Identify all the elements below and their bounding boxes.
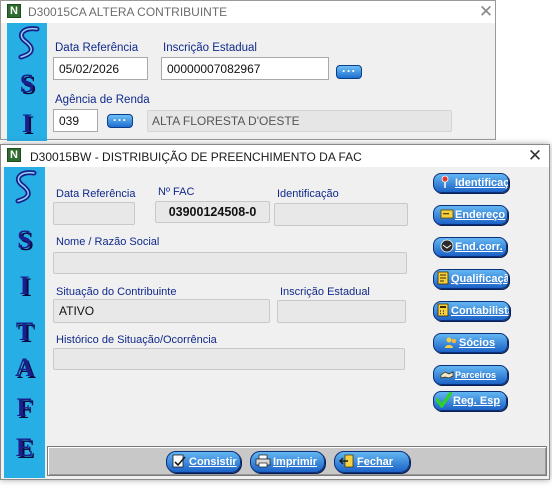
close-icon[interactable]: ✕ <box>520 145 550 167</box>
logo-strip: S I <box>7 23 47 141</box>
qualificacao-button[interactable]: Qualificação <box>433 269 509 289</box>
data-referencia-input[interactable]: 05/02/2026 <box>53 57 148 80</box>
identificacao-button-label: Identificação <box>455 177 509 189</box>
consist-icon <box>172 454 186 468</box>
logo-letter: I <box>21 109 33 138</box>
logo-swirl-icon <box>18 26 40 60</box>
back-window-titlebar: N D30015CA ALTERA CONTRIBUINTE ✕ <box>1 1 495 23</box>
socios-button-label: Sócios <box>459 337 496 349</box>
calculator-icon <box>437 303 449 317</box>
front-window-titlebar: N D30015BW - DISTRIBUIÇÃO DE PREENCHIMEN… <box>1 145 549 167</box>
logo-swirl-icon <box>15 170 37 204</box>
agencia-name-text: ALTA FLORESTA D'OESTE <box>152 114 300 128</box>
fechar-button[interactable]: Fechar <box>334 451 410 473</box>
inscricao-estadual-field <box>277 300 406 323</box>
mail-icon <box>440 239 454 253</box>
logo-letter: E <box>15 433 34 462</box>
handshake-icon <box>440 371 454 379</box>
nome-razao-label: Nome / Razão Social <box>56 236 160 248</box>
agencia-code-input[interactable]: 039 <box>53 109 98 132</box>
agencia-lookup-button[interactable]: ... <box>107 114 133 128</box>
close-icon[interactable]: ✕ <box>471 1 501 23</box>
logo-letter: S <box>19 69 35 98</box>
identificacao-label: Identificação <box>277 188 339 200</box>
logo-letter: F <box>16 393 33 422</box>
end-corr-button-label: End.corr. <box>455 241 503 253</box>
inscricao-estadual-input[interactable]: 00000007082967 <box>161 57 329 80</box>
n-fac-label: Nº FAC <box>158 186 195 198</box>
app-icon: N <box>7 148 21 162</box>
n-fac-field: 03900124508-0 <box>155 201 270 223</box>
front-window-title: D30015BW - DISTRIBUIÇÃO DE PREENCHIMENTO… <box>30 150 362 164</box>
imprimir-button[interactable]: Imprimir <box>250 451 325 473</box>
parceiros-button-label: Parceiros <box>455 370 497 380</box>
logo-letter: S <box>17 225 32 254</box>
qualificacao-button-label: Qualificação <box>451 273 508 285</box>
logo-letter: I <box>19 271 30 300</box>
end-corr-button[interactable]: End.corr. <box>433 237 507 257</box>
identificacao-button[interactable]: Identificação <box>433 173 509 193</box>
historico-field <box>53 348 405 370</box>
agencia-renda-label: Agência de Renda <box>55 94 150 106</box>
contabilista-button[interactable]: Contabilista <box>433 301 510 321</box>
logo-letter: T <box>15 317 34 346</box>
app-icon: N <box>7 4 21 18</box>
agencia-name-field: ALTA FLORESTA D'OESTE <box>147 110 452 132</box>
data-referencia-label: Data Referência <box>56 188 136 200</box>
exit-icon <box>339 454 354 468</box>
data-referencia-label: Data Referência <box>55 42 139 54</box>
socios-button[interactable]: Sócios <box>433 333 508 353</box>
inscricao-estadual-label: Inscrição Estadual <box>163 42 257 54</box>
back-window: N D30015CA ALTERA CONTRIBUINTE ✕ S I Dat… <box>0 0 496 141</box>
data-referencia-field <box>53 202 135 225</box>
parceiros-button[interactable]: Parceiros <box>433 365 508 385</box>
situacao-label: Situação do Contribuinte <box>56 286 177 298</box>
fechar-button-label: Fechar <box>357 456 394 468</box>
endereco-button[interactable]: Endereço <box>433 205 508 225</box>
consistir-button-label: Consistir <box>189 456 237 468</box>
printer-icon <box>255 454 271 468</box>
contabilista-button-label: Contabilista <box>451 305 510 317</box>
people-icon <box>445 337 457 348</box>
reg-esp-button[interactable]: Reg. Esp <box>433 391 507 411</box>
identificacao-field <box>274 203 408 226</box>
situacao-field: ATIVO <box>53 299 270 323</box>
logo-letter: A <box>15 353 34 382</box>
inscricao-estadual-label: Inscrição Estadual <box>280 286 370 298</box>
checkmark-icon <box>436 392 452 408</box>
back-window-title: D30015CA ALTERA CONTRIBUINTE <box>28 5 228 19</box>
nome-razao-field <box>53 252 407 274</box>
endereco-button-label: Endereço <box>455 209 506 221</box>
consistir-button[interactable]: Consistir <box>166 451 241 473</box>
pin-icon <box>441 175 449 188</box>
historico-label: Histórico de Situação/Ocorrência <box>56 334 217 346</box>
card-icon <box>440 209 454 219</box>
inscricao-lookup-button[interactable]: ... <box>336 65 362 79</box>
reg-esp-button-label: Reg. Esp <box>453 395 501 407</box>
document-icon <box>437 271 449 285</box>
bottom-toolbar: Consistir Imprimir Fechar <box>47 446 547 476</box>
logo-strip: S I T A F E <box>4 167 45 478</box>
imprimir-button-label: Imprimir <box>273 456 318 468</box>
